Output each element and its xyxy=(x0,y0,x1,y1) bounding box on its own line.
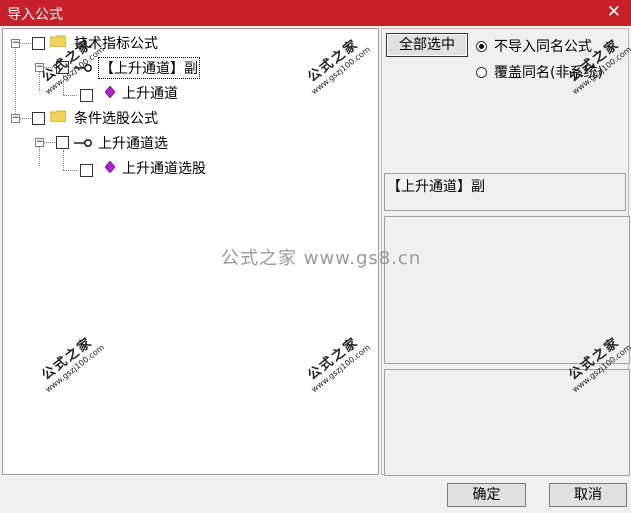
tree-checkbox[interactable] xyxy=(32,37,45,50)
center-watermark: 公式之家 www.gs8.cn xyxy=(221,248,422,269)
tree-node-label[interactable]: 上升通道 xyxy=(122,83,178,103)
folder-icon xyxy=(50,110,66,122)
tree-line xyxy=(19,43,31,44)
tree-line xyxy=(63,95,77,96)
watermark-stamp: 公式之家 www.gszj100.com xyxy=(39,334,107,395)
cancel-button[interactable]: 取消 xyxy=(549,483,627,507)
tree-node-label[interactable]: 上升通道选股 xyxy=(122,158,206,178)
formula-description-box[interactable] xyxy=(384,216,630,364)
title-bar: 导入公式 ✕ xyxy=(0,0,631,26)
tree-checkbox[interactable] xyxy=(80,164,93,177)
tree-checkbox[interactable] xyxy=(32,112,45,125)
tree-line xyxy=(63,170,77,171)
formula-name: 【上升通道】副 xyxy=(387,179,485,195)
window-title: 导入公式 xyxy=(7,7,63,23)
tree-node-label[interactable]: 【上升通道】副 xyxy=(98,57,200,79)
tree-node-label[interactable]: 条件选股公式 xyxy=(74,108,158,128)
close-icon[interactable]: ✕ xyxy=(607,2,621,22)
tree-line xyxy=(39,144,40,166)
tree-line xyxy=(15,45,16,118)
key-icon xyxy=(74,139,92,147)
tree-checkbox[interactable] xyxy=(80,89,93,102)
expander-icon[interactable]: − xyxy=(35,138,44,147)
tree-checkbox[interactable] xyxy=(56,136,69,149)
expander-icon[interactable]: − xyxy=(11,114,20,123)
tree-node-label[interactable]: 上升通道选 xyxy=(98,133,168,153)
gem-icon xyxy=(105,161,115,173)
radio-label: 不导入同名公式 xyxy=(494,39,592,55)
folder-icon xyxy=(50,35,66,47)
tree-line xyxy=(19,118,31,119)
ok-button[interactable]: 确定 xyxy=(447,483,526,507)
formula-notes-box[interactable] xyxy=(384,369,630,476)
tree-line xyxy=(43,142,55,143)
watermark-stamp: 公式之家 www.gszj100.com xyxy=(305,334,373,395)
formula-name-box: 【上升通道】副 xyxy=(384,173,626,211)
watermark-stamp: 公式之家 www.gszj100.com xyxy=(305,36,373,97)
select-all-button[interactable]: 全部选中 xyxy=(386,33,468,57)
radio-skip-duplicates[interactable]: 不导入同名公式 xyxy=(476,36,592,56)
expander-icon[interactable]: − xyxy=(11,39,20,48)
radio-indicator[interactable] xyxy=(476,66,487,78)
radio-indicator[interactable] xyxy=(476,40,487,52)
gem-icon xyxy=(105,86,115,98)
tree-line xyxy=(63,150,64,170)
